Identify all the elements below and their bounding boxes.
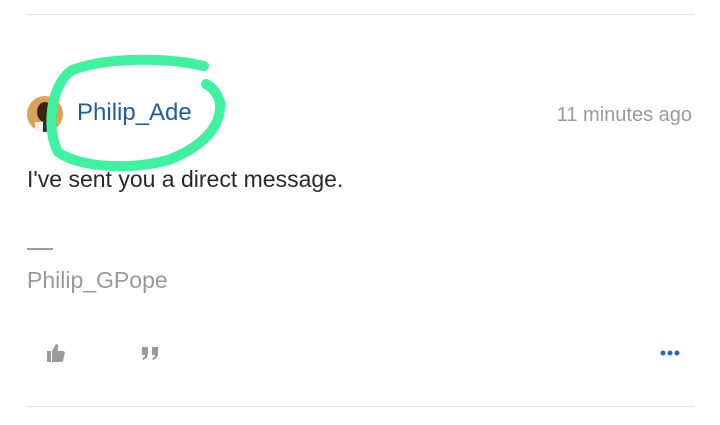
post-signature: Philip_GPope	[27, 267, 168, 293]
signature-separator	[27, 248, 53, 250]
author-username-link[interactable]: Philip_Ade	[77, 98, 192, 128]
thumbs-up-icon	[47, 344, 65, 362]
like-button[interactable]	[38, 337, 74, 369]
top-divider	[27, 14, 694, 15]
more-options-button[interactable]	[652, 337, 688, 369]
post-timestamp: 11 minutes ago	[556, 104, 692, 126]
quote-icon	[142, 347, 158, 360]
ellipsis-icon	[660, 350, 680, 356]
hand-drawn-circle-annotation	[46, 54, 226, 172]
quote-button[interactable]	[132, 337, 168, 369]
post-message: I've sent you a direct message.	[27, 166, 344, 192]
forum-post: Philip_Ade 11 minutes ago I've sent you …	[0, 0, 720, 425]
bottom-divider	[27, 406, 694, 407]
author-avatar[interactable]	[27, 96, 63, 132]
